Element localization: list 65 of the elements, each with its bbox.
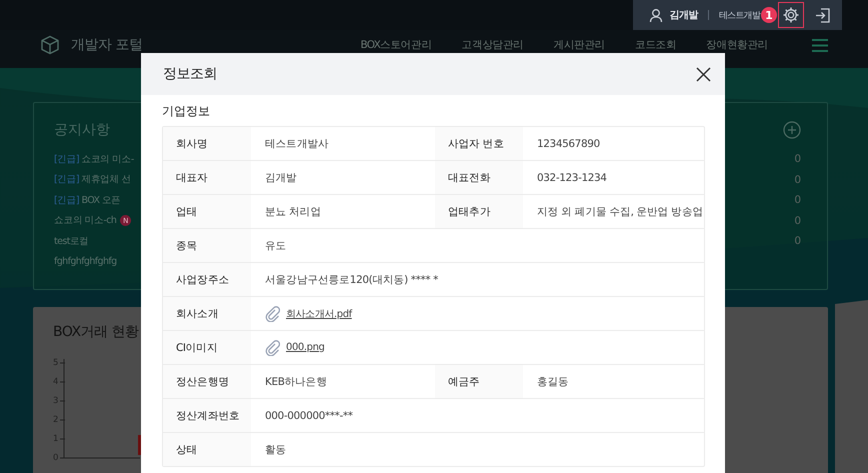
field-label: 업태추가 [435, 195, 523, 228]
notice-link[interactable]: fghfghfghfghfg [54, 256, 117, 268]
logout-icon [815, 6, 831, 24]
nav-link[interactable]: 장애현황관리 [706, 38, 768, 52]
field-value: KEB하나은행 [264, 374, 328, 390]
field-value: 분뇨 처리업 [264, 204, 322, 220]
close-button[interactable] [696, 66, 711, 82]
field-value: 유도 [264, 238, 288, 254]
user-icon [649, 8, 664, 22]
field-label: 대표전화 [435, 161, 523, 194]
field-value: 000-000000***-** [264, 408, 354, 424]
field-value: 032-123-1234 [536, 170, 608, 186]
cube-logo-icon [40, 35, 60, 55]
field-label: 업태 [163, 195, 251, 228]
step-marker: 1 [761, 7, 777, 23]
field-label: 정산은행명 [163, 365, 251, 398]
paperclip-icon [265, 306, 280, 322]
field-label: 사업자 번호 [435, 127, 523, 160]
section-title: 기업정보 [162, 103, 211, 120]
card-title: 공지사항 [54, 121, 110, 139]
view-count: 0 [794, 235, 801, 248]
settings-button[interactable] [778, 2, 804, 28]
menu-icon [812, 38, 828, 52]
nav-link[interactable]: BOX스토어관리 [360, 38, 432, 52]
field-label: 정산계좌번호 [163, 399, 251, 432]
field-label: CI이미지 [163, 331, 251, 364]
field-label: 사업장주소 [163, 263, 251, 296]
field-label: 예금주 [435, 365, 523, 398]
field-value: 활동 [264, 442, 288, 458]
field-value: 김개발 [264, 170, 298, 186]
view-count: 0 [794, 194, 801, 206]
portal-title: 개발자 포털 [71, 36, 142, 54]
field-label: 상태 [163, 433, 251, 466]
notice-link[interactable]: [긴급] 쇼코의 미소- [54, 152, 134, 166]
field-value: 서울강남구선릉로120(대치동) **** * [264, 272, 439, 288]
settings-icon [782, 6, 800, 24]
user-name: 김개발 [669, 9, 698, 22]
card-title: BOX거래 현황 [53, 323, 140, 341]
notice-link[interactable]: [긴급] 제휴업체 선 [54, 173, 131, 186]
view-count: 0 [794, 214, 801, 227]
nav-link[interactable]: 게시판관리 [553, 38, 605, 52]
field-label: 회사명 [163, 127, 251, 160]
paperclip-icon [265, 340, 280, 356]
field-value: 지정 외 폐기물 수집, 운반업 방송업 [536, 204, 704, 220]
field-label: 종목 [163, 229, 251, 262]
field-label: 대표자 [163, 161, 251, 194]
field-value: 홍길동 [536, 374, 570, 390]
field-value: 1234567890 [536, 136, 601, 152]
add-icon[interactable] [783, 121, 801, 139]
menu-button[interactable] [812, 38, 828, 52]
field-label: 회사소개 [163, 297, 251, 330]
chart-bar [138, 435, 142, 455]
nav-link[interactable]: 고객상담관리 [462, 38, 524, 52]
notice-link[interactable]: test로컬 [54, 234, 89, 248]
view-count: 0 [794, 153, 801, 166]
notice-link[interactable]: 쇼코의 미소-ch [54, 214, 116, 228]
nav-link[interactable]: 코드조회 [634, 38, 676, 52]
close-icon [696, 66, 711, 82]
file-link[interactable]: 000.png [286, 342, 324, 353]
view-count: 0 [794, 174, 801, 186]
field-value: 테스트개발사 [264, 136, 330, 152]
company-name: 테스트개발 [718, 10, 760, 22]
file-link[interactable]: 회사소개서.pdf [286, 306, 352, 320]
dialog-title: 정보조회 [163, 65, 217, 83]
notice-link[interactable]: [긴급] BOX 오픈 [54, 194, 121, 207]
